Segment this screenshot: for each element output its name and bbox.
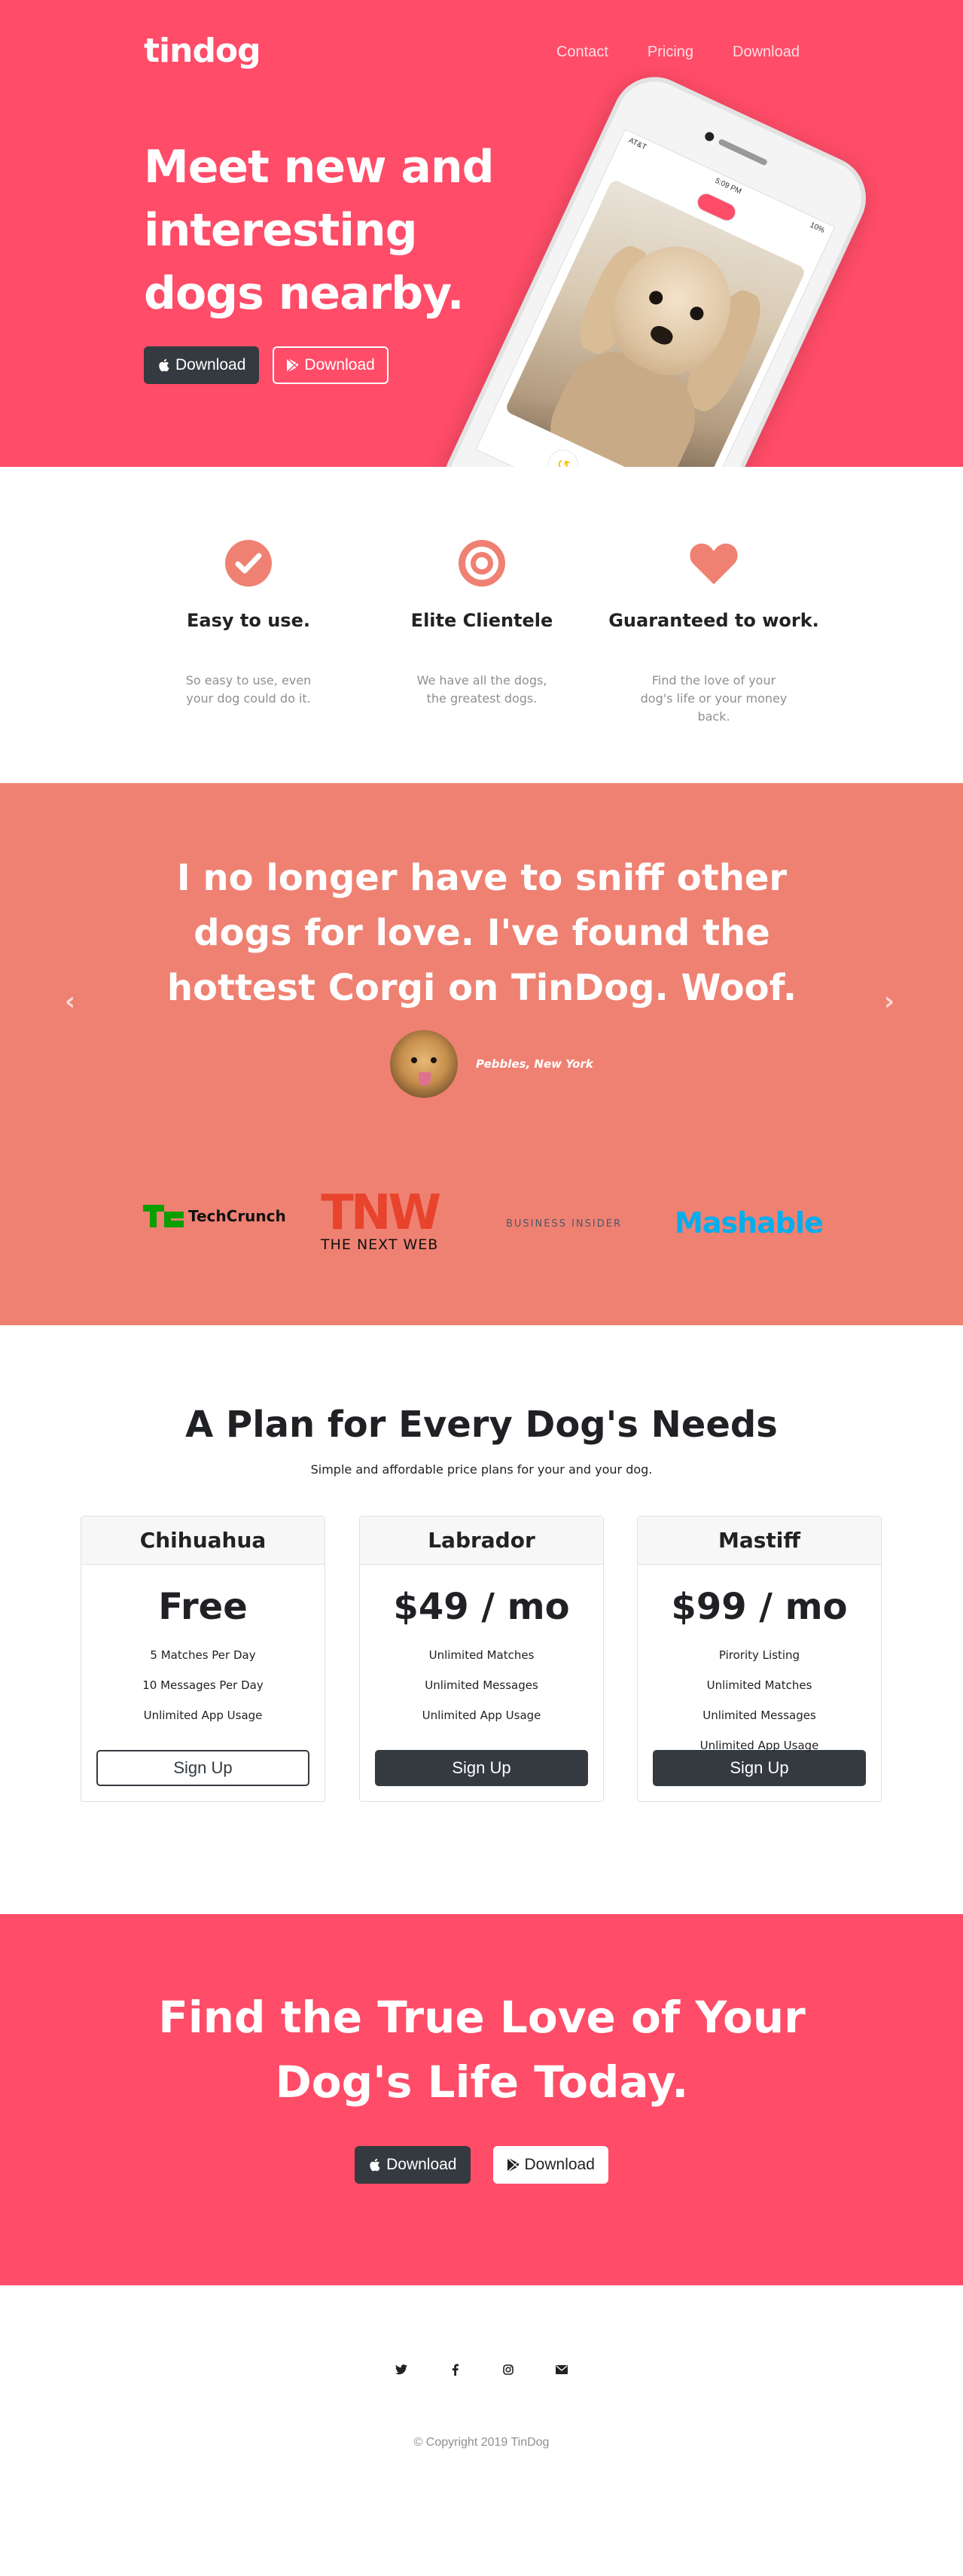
apple-download-label: Download xyxy=(386,2156,457,2173)
feature-title: Elite Clientele xyxy=(410,610,553,631)
plan-feature: Unlimited Matches xyxy=(428,1648,535,1662)
testimonial-author: Pebbles, New York xyxy=(390,1030,593,1098)
apple-download-button[interactable]: Download xyxy=(355,2146,471,2184)
feature-text: Find the love of your dog's life or your… xyxy=(640,673,788,724)
feature-text: We have all the dogs, the greatest dogs. xyxy=(416,673,547,706)
nav-links: Contact Pricing Download xyxy=(556,44,800,61)
check-circle-icon xyxy=(225,540,272,587)
plan-name: Mastiff xyxy=(638,1517,881,1565)
sign-up-button[interactable]: Sign Up xyxy=(375,1750,588,1786)
avatar-tongue xyxy=(419,1072,431,1086)
business-insider-text: BUSINESS INSIDER xyxy=(506,1218,622,1230)
author-name: Pebbles, New York xyxy=(476,1057,593,1071)
bullseye-icon xyxy=(459,540,505,587)
features-section: Easy to use. So easy to use, even your d… xyxy=(0,467,963,783)
play-download-button[interactable]: Download xyxy=(492,2146,608,2184)
nav-link-download[interactable]: Download xyxy=(733,44,800,61)
cta-section: Find the True Love of Your Dog's Life To… xyxy=(0,1914,963,2285)
instagram-icon[interactable] xyxy=(502,2364,514,2376)
pricing-subtitle: Simple and affordable price plans for yo… xyxy=(310,1462,653,1477)
phone-battery: 10% xyxy=(809,221,826,235)
testimonial-quote: I no longer have to sniff other dogs for… xyxy=(166,857,797,1009)
apple-icon xyxy=(370,2158,380,2172)
nav-link-contact[interactable]: Contact xyxy=(556,44,608,61)
apple-download-label: Download xyxy=(175,356,246,373)
feature-title: Easy to use. xyxy=(187,610,310,631)
plan-feature: Unlimited App Usage xyxy=(143,1709,263,1722)
google-play-icon xyxy=(507,2158,519,2172)
press-logos: TechCrunch TNW THE NEXT WEB BUSINESS INS… xyxy=(0,1185,963,1265)
phone-camera xyxy=(703,130,716,143)
twitter-icon[interactable] xyxy=(395,2364,407,2376)
plan-feature: 5 Matches Per Day xyxy=(150,1648,256,1662)
carousel-prev-icon[interactable]: ‹ xyxy=(65,986,75,1017)
google-play-icon xyxy=(287,358,299,372)
avatar-eye-right xyxy=(431,1057,437,1063)
feature-easy: Easy to use. So easy to use, even your d… xyxy=(143,533,354,708)
cta-download-buttons: Download Download xyxy=(0,2146,963,2184)
navbar: tindog Contact Pricing Download xyxy=(0,0,963,110)
apple-download-button[interactable]: Download xyxy=(144,346,260,384)
envelope-icon[interactable] xyxy=(556,2364,568,2376)
sign-up-button[interactable]: Sign Up xyxy=(96,1750,309,1786)
pricing-section: A Plan for Every Dog's Needs Simple and … xyxy=(0,1325,963,1914)
techcrunch-text: TechCrunch xyxy=(188,1207,286,1225)
plan-name: Chihuahua xyxy=(81,1517,325,1565)
nav-link-pricing[interactable]: Pricing xyxy=(648,44,693,61)
plan-feature: Pirority Listing xyxy=(718,1648,800,1662)
phone-speaker xyxy=(718,138,769,166)
copyright-text: © Copyright 2019 TinDog xyxy=(413,2436,550,2449)
plan-feature: Unlimited Matches xyxy=(706,1678,812,1692)
brand-logo[interactable]: tindog xyxy=(144,32,261,70)
plan-feature: Unlimited Messages xyxy=(425,1678,538,1692)
author-avatar xyxy=(390,1030,458,1098)
pricing-title: A Plan for Every Dog's Needs xyxy=(185,1404,778,1446)
mashable-logo: Mashable xyxy=(675,1206,824,1239)
plan-card-labrador: Labrador $49 / mo Unlimited Matches Unli… xyxy=(359,1516,604,1802)
facebook-icon[interactable] xyxy=(449,2364,461,2376)
feature-text: So easy to use, even your dog could do i… xyxy=(185,673,312,706)
hero-download-buttons: Download Download xyxy=(144,346,389,384)
techcrunch-logo: TechCrunch xyxy=(143,1205,286,1227)
feature-title: Guaranteed to work. xyxy=(608,610,819,631)
plan-card-mastiff: Mastiff $99 / mo Pirority Listing Unlimi… xyxy=(637,1516,882,1802)
feature-elite: Elite Clientele We have all the dogs, th… xyxy=(376,533,587,708)
plan-price: $49 / mo xyxy=(393,1586,570,1628)
avatar-eye-left xyxy=(411,1057,417,1063)
plan-name: Labrador xyxy=(360,1517,603,1565)
testimonial-section: ‹ › I no longer have to sniff other dogs… xyxy=(0,783,963,1325)
plan-price: $99 / mo xyxy=(671,1586,848,1628)
techcrunch-mark-icon xyxy=(143,1205,184,1227)
plan-feature: Unlimited App Usage xyxy=(422,1709,541,1722)
play-download-button[interactable]: Download xyxy=(273,346,389,384)
play-download-label: Download xyxy=(524,2156,595,2173)
tnw-logo: TNW THE NEXT WEB xyxy=(321,1185,441,1253)
plan-price: Free xyxy=(158,1586,248,1628)
plan-features: Pirority Listing Unlimited Matches Unlim… xyxy=(638,1640,881,1761)
feature-guaranteed: Guaranteed to work. Find the love of you… xyxy=(608,533,819,726)
business-insider-logo: BUSINESS INSIDER xyxy=(506,1218,622,1230)
plan-features: Unlimited Matches Unlimited Messages Unl… xyxy=(360,1640,603,1730)
social-links xyxy=(0,2364,963,2376)
plan-feature: Unlimited Messages xyxy=(702,1709,816,1722)
cta-title: Find the True Love of Your Dog's Life To… xyxy=(158,1992,806,2108)
footer: © Copyright 2019 TinDog xyxy=(0,2285,963,2576)
tnw-mark: TNW xyxy=(321,1185,441,1241)
hero-title: Meet new and interesting dogs nearby. xyxy=(144,141,495,320)
plan-features: 5 Matches Per Day 10 Messages Per Day Un… xyxy=(81,1640,325,1730)
apple-icon xyxy=(159,358,169,372)
plan-feature: 10 Messages Per Day xyxy=(142,1678,264,1692)
play-download-label: Download xyxy=(304,356,375,373)
plan-card-chihuahua: Chihuahua Free 5 Matches Per Day 10 Mess… xyxy=(81,1516,325,1802)
heart-icon xyxy=(690,543,738,584)
rewind-icon: ↺ xyxy=(543,444,584,467)
hero-section: tindog Contact Pricing Download Meet new… xyxy=(0,0,963,467)
tnw-subtitle: THE NEXT WEB xyxy=(321,1236,439,1253)
mashable-text: Mashable xyxy=(675,1206,824,1239)
carousel-next-icon[interactable]: › xyxy=(884,986,894,1017)
